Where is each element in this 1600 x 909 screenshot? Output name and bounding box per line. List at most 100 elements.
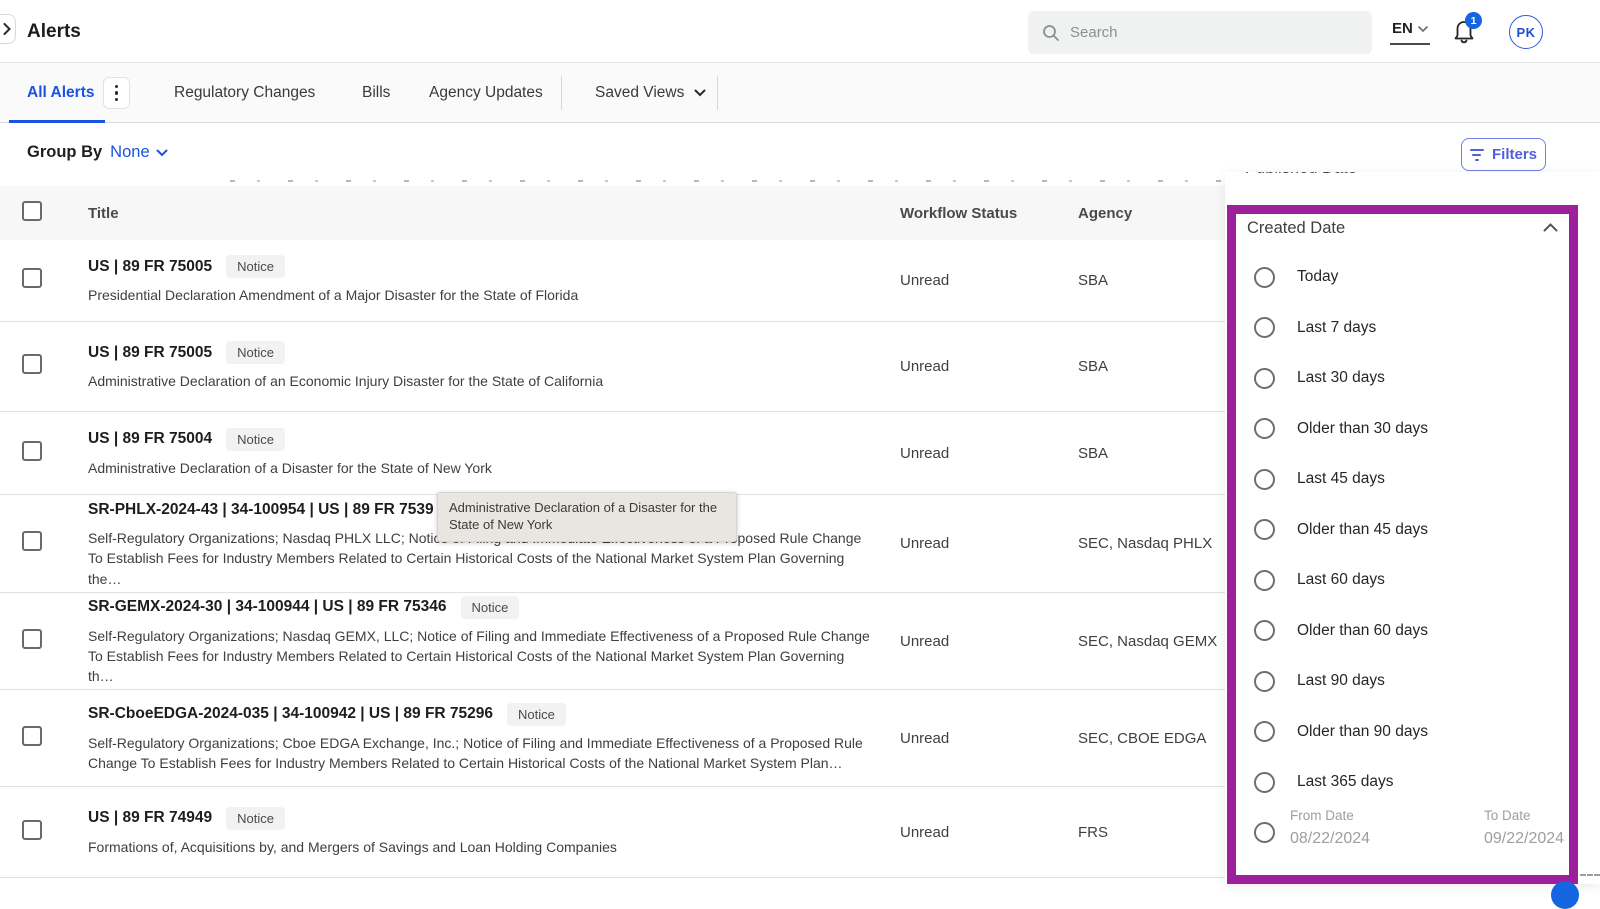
- avatar[interactable]: PK: [1509, 15, 1543, 49]
- notice-badge: Notice: [226, 341, 285, 364]
- language-selector[interactable]: EN: [1390, 20, 1430, 45]
- filters-label: Filters: [1492, 146, 1537, 163]
- chevron-down-icon: [1418, 26, 1428, 32]
- alert-description: Administrative Declaration of a Disaster…: [88, 458, 870, 478]
- published-date-section-clipped: Published Date: [1245, 172, 1465, 179]
- radio-button-icon[interactable]: [1254, 620, 1275, 641]
- alert-title-link[interactable]: SR-GEMX-2024-30 | 34-100944 | US | 89 FR…: [88, 598, 447, 616]
- workflow-status-value: Unread: [900, 824, 1078, 841]
- notice-badge: Notice: [226, 255, 285, 278]
- filter-option-label: Last 90 days: [1297, 672, 1385, 690]
- filter-option-label: Older than 60 days: [1297, 622, 1428, 640]
- tooltip: Administrative Declaration of a Disaster…: [437, 492, 737, 542]
- filter-option-label: Last 7 days: [1297, 319, 1376, 337]
- chevron-down-icon: [156, 149, 168, 157]
- chevron-up-icon[interactable]: [1543, 223, 1558, 232]
- workflow-status-value: Unread: [900, 358, 1078, 375]
- filter-option[interactable]: Today: [1254, 266, 1428, 288]
- tab-bar: All Alerts Regulatory Changes Bills Agen…: [0, 63, 1600, 123]
- notification-count-badge: 1: [1465, 12, 1482, 29]
- alert-description: Formations of, Acquisitions by, and Merg…: [88, 837, 870, 857]
- filter-option[interactable]: Older than 30 days: [1254, 418, 1428, 440]
- language-label: EN: [1392, 20, 1413, 37]
- radio-button-icon[interactable]: [1254, 772, 1275, 793]
- row-checkbox[interactable]: [22, 820, 42, 840]
- tab-saved-views[interactable]: Saved Views: [595, 63, 706, 123]
- filter-option[interactable]: Last 90 days: [1254, 670, 1428, 692]
- tab-regulatory-changes[interactable]: Regulatory Changes: [174, 63, 315, 123]
- app-header: Alerts EN 1 PK: [0, 0, 1600, 62]
- alert-title-link[interactable]: SR-PHLX-2024-43 | 34-100954 | US | 89 FR…: [88, 501, 434, 519]
- group-by-value: None: [110, 143, 149, 162]
- radio-button-icon[interactable]: [1254, 671, 1275, 692]
- alert-title-link[interactable]: US | 89 FR 74949: [88, 809, 212, 827]
- alert-title-link[interactable]: US | 89 FR 75005: [88, 258, 212, 276]
- tab-separator: [561, 76, 562, 110]
- filter-option[interactable]: Last 7 days: [1254, 317, 1428, 339]
- row-checkbox[interactable]: [22, 354, 42, 374]
- filter-option-label: Today: [1297, 268, 1338, 286]
- notifications-button[interactable]: 1: [1451, 17, 1479, 47]
- filter-option-label: Last 45 days: [1297, 470, 1385, 488]
- from-date-label: From Date: [1290, 808, 1370, 823]
- filter-option-label: Last 60 days: [1297, 571, 1385, 589]
- filter-option[interactable]: Last 30 days: [1254, 367, 1428, 389]
- filters-button[interactable]: Filters: [1461, 138, 1546, 171]
- select-all-checkbox[interactable]: [22, 201, 42, 221]
- tab-options-kebab-button[interactable]: [103, 77, 130, 109]
- row-checkbox[interactable]: [22, 441, 42, 461]
- search-icon: [1042, 24, 1060, 42]
- radio-button-icon[interactable]: [1254, 721, 1275, 742]
- tab-separator: [717, 76, 718, 110]
- alert-title-link[interactable]: US | 89 FR 75005: [88, 344, 212, 362]
- filter-option[interactable]: Last 60 days: [1254, 569, 1428, 591]
- tab-bills[interactable]: Bills: [362, 63, 390, 123]
- page-title: Alerts: [27, 21, 81, 43]
- column-header-workflow-status[interactable]: Workflow Status: [900, 205, 1078, 222]
- filter-option[interactable]: Last 45 days: [1254, 468, 1428, 490]
- filter-option[interactable]: Older than 60 days: [1254, 620, 1428, 642]
- filter-option[interactable]: Older than 90 days: [1254, 721, 1428, 743]
- sidebar-expand-button[interactable]: [0, 14, 16, 44]
- filter-option[interactable]: Last 365 days: [1254, 771, 1428, 793]
- dashed-annotation-mark: [1580, 874, 1600, 876]
- alert-title-link[interactable]: SR-CboeEDGA-2024-035 | 34-100942 | US | …: [88, 705, 493, 723]
- row-checkbox[interactable]: [22, 726, 42, 746]
- floating-action-button-partial[interactable]: [1551, 881, 1579, 909]
- radio-button-icon[interactable]: [1254, 267, 1275, 288]
- radio-button-icon[interactable]: [1254, 519, 1275, 540]
- radio-button-icon[interactable]: [1254, 368, 1275, 389]
- search-box[interactable]: [1028, 11, 1372, 54]
- workflow-status-value: Unread: [900, 633, 1078, 650]
- chevron-down-icon: [694, 89, 706, 97]
- filter-option-label: Last 365 days: [1297, 773, 1394, 791]
- search-input[interactable]: [1070, 24, 1358, 41]
- to-date-input[interactable]: 09/22/2024: [1484, 830, 1564, 848]
- tab-all-alerts[interactable]: All Alerts: [27, 63, 94, 123]
- active-tab-underline: [9, 120, 105, 123]
- column-header-title[interactable]: Title: [88, 205, 900, 222]
- alert-description: Self-Regulatory Organizations; Cboe EDGA…: [88, 733, 870, 774]
- custom-range-radio[interactable]: [1254, 822, 1275, 843]
- filter-panel: Published Date Created Date Today Last 7…: [1225, 172, 1600, 884]
- filter-option[interactable]: Older than 45 days: [1254, 519, 1428, 541]
- row-checkbox[interactable]: [22, 531, 42, 551]
- saved-views-label: Saved Views: [595, 84, 684, 102]
- filter-option-label: Older than 90 days: [1297, 723, 1428, 741]
- radio-button-icon[interactable]: [1254, 418, 1275, 439]
- radio-button-icon[interactable]: [1254, 469, 1275, 490]
- group-by-label: Group By: [27, 143, 102, 162]
- filter-icon: [1470, 149, 1484, 161]
- radio-button-icon[interactable]: [1254, 570, 1275, 591]
- filter-option-label: Older than 30 days: [1297, 420, 1428, 438]
- row-checkbox[interactable]: [22, 629, 42, 649]
- to-date-label: To Date: [1484, 808, 1564, 823]
- created-date-options: Today Last 7 days Last 30 days Older tha…: [1254, 266, 1428, 822]
- radio-button-icon[interactable]: [1254, 317, 1275, 338]
- from-date-input[interactable]: 08/22/2024: [1290, 830, 1370, 848]
- alert-title-link[interactable]: US | 89 FR 75004: [88, 430, 212, 448]
- notice-badge: Notice: [226, 807, 285, 830]
- tab-agency-updates[interactable]: Agency Updates: [429, 63, 543, 123]
- row-checkbox[interactable]: [22, 268, 42, 288]
- group-by-dropdown[interactable]: None: [110, 143, 167, 162]
